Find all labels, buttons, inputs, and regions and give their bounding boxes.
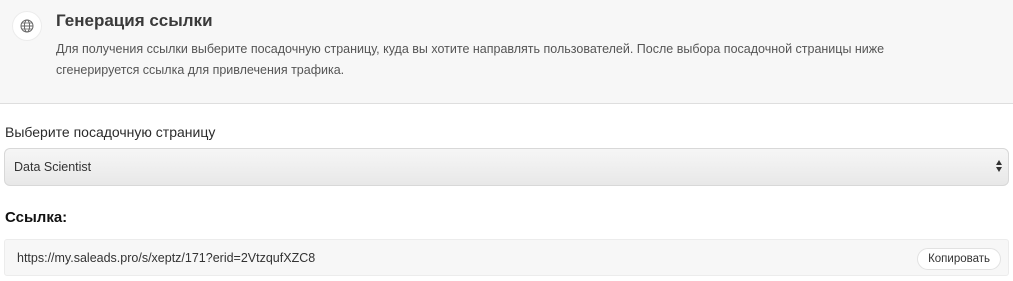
landing-select-label: Выберите посадочную страницу [5,124,216,140]
description-line: Для получения ссылки выберите посадочную… [56,42,885,56]
select-arrows-icon [996,160,1002,172]
copy-button[interactable]: Копировать [917,248,1001,270]
landing-page-select[interactable]: Data Scientist [4,148,1009,186]
page-title: Генерация ссылки [56,11,213,30]
link-label: Ссылка: [5,209,68,226]
landing-select-value: Data Scientist [14,160,92,174]
page-description: Для получения ссылки выберите посадочную… [56,39,956,81]
globe-icon [12,11,42,41]
link-generation-header: Генерация ссылки Для получения ссылки вы… [0,0,1013,104]
link-box: https://my.saleads.pro/s/xeptz/171?erid=… [4,239,1009,276]
generated-link[interactable]: https://my.saleads.pro/s/xeptz/171?erid=… [17,251,315,265]
description-line: сгенерируется ссылка для привлечения тра… [56,63,345,77]
